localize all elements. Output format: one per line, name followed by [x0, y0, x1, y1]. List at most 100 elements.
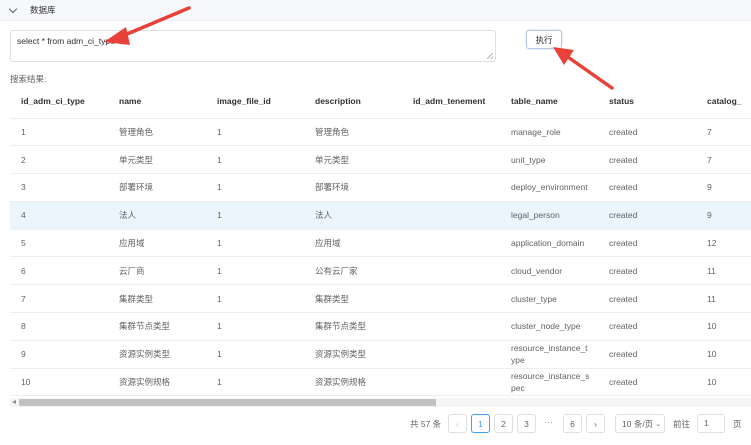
table-row[interactable]: 8 集群节点类型 1 集群节点类型 cluster_node_type created 10: [10, 312, 751, 341]
last-page-button[interactable]: 6: [563, 414, 582, 433]
table-cell: 部署环境: [304, 173, 402, 202]
table-cell: 7: [696, 145, 751, 175]
table-cell: 集群类型: [304, 284, 402, 314]
table-row[interactable]: 10 资源实例规格 1 资源实例规格 resource_instance_s pec cre…: [10, 368, 751, 396]
chevron-down-icon[interactable]: [8, 4, 18, 13]
table-cell: cloud_vendor: [500, 256, 598, 286]
table-cell: 公有云厂家: [304, 256, 402, 286]
table-cell: 法人: [304, 201, 402, 230]
table-cell: 1: [206, 145, 304, 175]
page-ellipsis[interactable]: ···: [544, 417, 553, 427]
table-cell: created: [598, 118, 696, 147]
table-cell: [402, 118, 500, 147]
table-cell: 1: [206, 340, 304, 369]
table-row[interactable]: 9 资源实例类型 1 资源实例类型 resource_instance_t ype crea…: [10, 340, 751, 369]
table-cell: [402, 229, 500, 258]
table-cell: created: [598, 173, 696, 202]
table-cell: created: [598, 201, 696, 230]
table-cell: 部署环境: [108, 173, 206, 202]
prev-page-button[interactable]: ‹: [448, 414, 467, 433]
page-3-button[interactable]: 3: [517, 414, 536, 433]
column-header[interactable]: description: [304, 85, 402, 119]
table-cell: manage_role: [500, 118, 598, 147]
table-cell: 12: [696, 229, 751, 258]
chevron-down-icon: ⌄: [655, 420, 662, 428]
table-row[interactable]: 3 部署环境 1 部署环境 deploy_environment created 9: [10, 173, 751, 202]
table-cell: [402, 145, 500, 175]
table-cell: 1: [10, 118, 108, 147]
table-cell: 管理角色: [108, 118, 206, 147]
table-cell: 1: [206, 173, 304, 202]
column-header[interactable]: name: [108, 85, 206, 119]
table-cell: 应用域: [108, 229, 206, 258]
column-header[interactable]: image_file_id: [206, 85, 304, 119]
horizontal-scrollbar[interactable]: [10, 398, 751, 407]
table-cell: 1: [206, 312, 304, 341]
table-cell: 8: [10, 312, 108, 341]
resize-handle[interactable]: [487, 53, 493, 59]
table-cell: 11: [696, 256, 751, 286]
scrollbar-thumb[interactable]: [19, 399, 436, 406]
table-cell: 云厂商: [108, 256, 206, 286]
table-cell: created: [598, 340, 696, 369]
table-cell: [402, 284, 500, 314]
table-cell: 7: [696, 118, 751, 147]
table-cell: 1: [206, 256, 304, 286]
goto-page-input[interactable]: 1: [697, 414, 725, 433]
table-cell: 3: [10, 173, 108, 202]
table-cell: 集群节点类型: [108, 312, 206, 341]
table-row[interactable]: 6 云厂商 1 公有云厂家 cloud_vendor created 11: [10, 256, 751, 286]
table-row[interactable]: 7 集群类型 1 集群类型 cluster_type created 11: [10, 284, 751, 314]
panel-title: 数据库: [30, 5, 56, 15]
table-cell: 9: [10, 340, 108, 369]
page-2-button[interactable]: 2: [494, 414, 513, 433]
sql-query-input[interactable]: select * from adm_ci_type: [10, 30, 496, 62]
table-cell: 2: [10, 145, 108, 175]
column-header[interactable]: table_name: [500, 85, 598, 119]
table-cell: 1: [206, 201, 304, 230]
table-cell: 管理角色: [304, 118, 402, 147]
table-row[interactable]: 1 管理角色 1 管理角色 manage_role created 7: [10, 118, 751, 147]
table-cell: 1: [206, 368, 304, 396]
page-unit-label: 页: [733, 419, 742, 429]
table-row[interactable]: 4 法人 1 法人 legal_person created 9: [10, 201, 751, 230]
table-cell: unit_type: [500, 145, 598, 175]
page-size-select[interactable]: 10 条/页 ⌄: [615, 414, 665, 433]
result-label: 搜索结果:: [10, 74, 47, 84]
column-header[interactable]: id_adm_tenement: [402, 85, 500, 119]
table-cell: [402, 173, 500, 202]
column-header[interactable]: catalog_: [696, 85, 751, 119]
chevron-right-icon: ›: [594, 418, 597, 429]
table-cell: resource_instance_s pec: [500, 368, 598, 396]
column-header[interactable]: status: [598, 85, 696, 119]
table-cell: resource_instance_t ype: [500, 340, 598, 369]
table-cell: [402, 256, 500, 286]
table-cell: created: [598, 229, 696, 258]
table-cell: [402, 201, 500, 230]
execute-button[interactable]: 执行: [526, 30, 562, 49]
pagination: 共 57 条 ‹ 1 2 3 ··· 6 › 10 条/页 ⌄ 前往 1 页: [0, 414, 751, 434]
table-cell: 资源实例规格: [304, 368, 402, 396]
results-table: id_adm_ci_type name image_file_id descri…: [10, 85, 751, 396]
table-cell: created: [598, 284, 696, 314]
table-cell: 法人: [108, 201, 206, 230]
chevron-left-icon: ‹: [456, 418, 459, 429]
table-header-row: id_adm_ci_type name image_file_id descri…: [10, 85, 751, 119]
table-cell: [402, 312, 500, 341]
table-cell: 应用域: [304, 229, 402, 258]
table-cell: created: [598, 368, 696, 396]
next-page-button[interactable]: ›: [586, 414, 605, 433]
database-panel-header[interactable]: 数据库: [0, 0, 751, 21]
table-cell: created: [598, 145, 696, 175]
table-row[interactable]: 2 单元类型 1 单元类型 unit_type created 7: [10, 145, 751, 175]
table-row[interactable]: 5 应用域 1 应用域 application_domain created 12: [10, 229, 751, 258]
table-cell: 1: [206, 284, 304, 314]
table-cell: cluster_type: [500, 284, 598, 314]
scroll-left-icon[interactable]: [12, 400, 16, 404]
table-cell: 单元类型: [304, 145, 402, 175]
table-cell: 10: [696, 340, 751, 369]
table-cell: 11: [696, 284, 751, 314]
page-1-button[interactable]: 1: [471, 414, 490, 433]
column-header[interactable]: id_adm_ci_type: [10, 85, 108, 119]
table-cell: 9: [696, 173, 751, 202]
